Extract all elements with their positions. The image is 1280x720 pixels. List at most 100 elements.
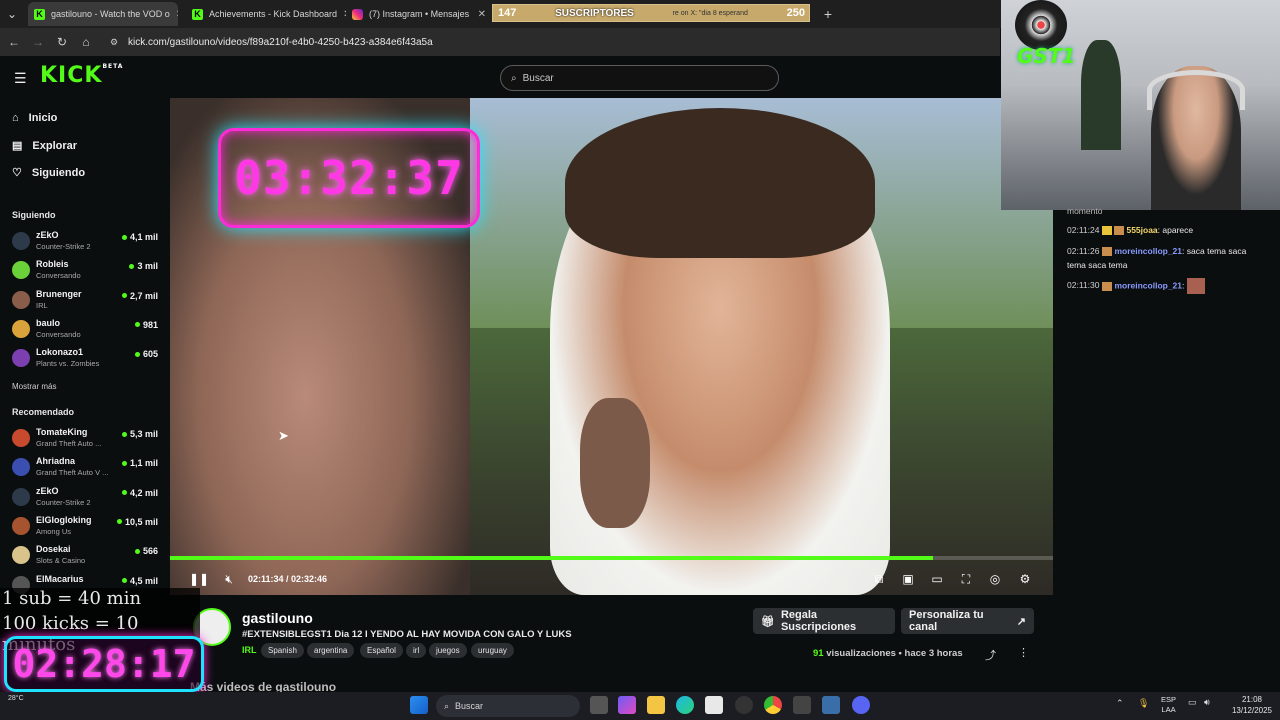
viewer-count: 1,1 mil bbox=[121, 458, 158, 468]
nav-label: Explorar bbox=[32, 139, 78, 152]
chat-message: 02:11:30 moreincollop_21: bbox=[1067, 278, 1267, 294]
tag-spanish[interactable]: Spanish bbox=[261, 643, 304, 658]
pause-icon[interactable]: ❚❚ bbox=[189, 570, 209, 588]
chat-user[interactable]: moreincollop_21 bbox=[1114, 246, 1182, 256]
search-icon: ⌕ bbox=[511, 72, 517, 84]
channel-avatar bbox=[12, 319, 30, 338]
fullscreen-icon[interactable]: ⛶ bbox=[957, 570, 975, 588]
nav-explorar[interactable]: ▤ Explorar bbox=[12, 139, 78, 153]
theater-mode-icon[interactable]: ▭ bbox=[928, 570, 946, 588]
tag-juegos[interactable]: juegos bbox=[429, 643, 467, 658]
forward-icon[interactable]: → bbox=[28, 32, 48, 52]
stream-category[interactable]: IRL bbox=[242, 645, 257, 655]
sub-goal-current: 147 bbox=[498, 7, 517, 19]
show-more-link[interactable]: Mostrar más bbox=[12, 382, 56, 391]
network-icon[interactable]: ▭ bbox=[1188, 697, 1197, 708]
menu-icon[interactable]: ☰ bbox=[14, 70, 27, 87]
video-timer-overlay: 03:32:37 bbox=[218, 128, 480, 228]
tab-gastilouno[interactable]: K gastilouno - Watch the VOD o ✕ bbox=[28, 2, 178, 26]
channel-name[interactable]: gastilouno bbox=[242, 610, 313, 626]
tag-irl[interactable]: irl bbox=[406, 643, 427, 658]
home-icon[interactable]: ⌂ bbox=[76, 32, 96, 52]
task-view-icon[interactable] bbox=[590, 696, 608, 714]
stream-title: #EXTENSIBLEGST1 Dia 12 I YENDO AL HAY MO… bbox=[242, 629, 572, 640]
more-options-icon[interactable]: ⋮ bbox=[1018, 646, 1029, 659]
channel-item[interactable]: Brunenger IRL 2,7 mil bbox=[12, 287, 162, 315]
discord-icon[interactable] bbox=[852, 696, 870, 714]
sub-goal-target: 250 bbox=[786, 7, 805, 19]
channel-item[interactable]: baulo Conversando 981 bbox=[12, 316, 162, 344]
settings-icon[interactable]: ⚙ bbox=[1016, 570, 1034, 588]
gift-subs-button[interactable]: 🎁︎ Regala Suscripciones bbox=[753, 608, 895, 634]
edge-icon[interactable] bbox=[676, 696, 694, 714]
reload-icon[interactable]: ↻ bbox=[52, 32, 72, 52]
back-icon[interactable]: ← bbox=[4, 32, 24, 52]
site-info-icon[interactable]: ⚙ bbox=[104, 32, 124, 52]
nav-inicio[interactable]: ⌂ Inicio bbox=[12, 112, 57, 124]
chrome-icon[interactable] bbox=[764, 696, 782, 714]
miniplayer-icon[interactable]: ⧉ bbox=[870, 570, 888, 588]
language-indicator[interactable]: ESP LAA bbox=[1161, 695, 1176, 715]
taskbar-search[interactable]: ⌕ Buscar bbox=[436, 695, 580, 717]
video-player[interactable]: 03:32:37 ➤ ❚❚ 🔇︎ 02:11:34 / 02:32:46 ⧉ ▣… bbox=[170, 98, 1053, 595]
microphone-icon[interactable]: 🎙︎ bbox=[1138, 698, 1149, 709]
close-icon[interactable]: ✕ bbox=[176, 9, 178, 20]
tab-achievements[interactable]: K Achievements - Kick Dashboard ✕ bbox=[186, 2, 346, 26]
kick-logo[interactable]: KICKBETA bbox=[40, 63, 123, 88]
search-input[interactable]: ⌕ Buscar bbox=[500, 65, 779, 91]
channel-name: Dosekai bbox=[36, 544, 71, 555]
tab-search-icon[interactable]: ⌄ bbox=[2, 4, 22, 24]
windows-start-icon[interactable] bbox=[410, 696, 428, 714]
viewer-count-value: 10,5 mil bbox=[124, 516, 158, 527]
viewer-count-value: 605 bbox=[142, 349, 158, 360]
channel-item[interactable]: Lokonazo1 Plants vs. Zombies 605 bbox=[12, 345, 162, 373]
rule-1: 1 sub = 40 min bbox=[2, 588, 142, 609]
channel-item[interactable]: zEkO Counter-Strike 2 4,1 mil bbox=[12, 228, 162, 256]
new-tab-button[interactable]: + bbox=[818, 4, 838, 24]
channel-category: IRL bbox=[36, 300, 48, 310]
app-icon[interactable] bbox=[735, 696, 753, 714]
chat-user[interactable]: 555joaa bbox=[1126, 225, 1157, 235]
progress-bar[interactable] bbox=[170, 556, 1053, 560]
chat-text: aparece bbox=[1162, 225, 1194, 235]
clip-icon[interactable]: ▣ bbox=[899, 570, 917, 588]
nav-siguiendo[interactable]: ♡ Siguiendo bbox=[12, 166, 85, 180]
file-explorer-icon[interactable] bbox=[647, 696, 665, 714]
tag-argentina[interactable]: argentina bbox=[307, 643, 355, 658]
store-icon[interactable] bbox=[705, 696, 723, 714]
channel-name: zEkO bbox=[36, 485, 59, 496]
channel-item[interactable]: ElGlogloking Among Us 10,5 mil bbox=[12, 513, 162, 541]
tag-uruguay[interactable]: uruguay bbox=[471, 643, 514, 658]
copilot-icon[interactable] bbox=[618, 696, 636, 714]
customize-channel-button[interactable]: Personaliza tu canal ↗ bbox=[901, 608, 1034, 634]
channel-item[interactable]: zEkO Counter-Strike 2 4,2 mil bbox=[12, 484, 162, 512]
instagram-favicon-icon bbox=[352, 8, 363, 20]
app-icon[interactable] bbox=[822, 696, 840, 714]
channel-name: ElGlogloking bbox=[36, 514, 92, 525]
viewer-count: 5,3 mil bbox=[121, 429, 158, 439]
clock[interactable]: 21:08 13/12/2025 bbox=[1232, 694, 1272, 716]
video-timer-text: 03:32:37 bbox=[234, 151, 464, 205]
mute-icon[interactable]: 🔇︎ bbox=[220, 570, 238, 588]
playback-speed-icon[interactable]: ◎ bbox=[986, 570, 1004, 588]
chat-panel: momento 02:11:24 555joaa: aparece 02:11:2… bbox=[1053, 206, 1280, 692]
volume-icon[interactable]: 🔊︎ bbox=[1204, 697, 1210, 708]
share-icon[interactable]: ⤴ bbox=[985, 647, 996, 663]
cam-timer-text: 02:28:17 bbox=[12, 642, 196, 686]
channel-item[interactable]: Ahriadna Grand Theft Auto V ... 1,1 mil bbox=[12, 454, 162, 482]
channel-item[interactable]: Robleis Conversando 3 mil bbox=[12, 257, 162, 285]
tab-instagram[interactable]: (7) Instagram • Mensajes ✕ bbox=[346, 2, 492, 26]
channel-item[interactable]: Dosekai Slots & Casino 566 bbox=[12, 542, 162, 570]
channel-avatar bbox=[12, 546, 30, 565]
obs-icon[interactable] bbox=[793, 696, 811, 714]
weather-widget[interactable]: 28°C bbox=[8, 695, 24, 702]
close-icon[interactable]: ✕ bbox=[478, 9, 486, 20]
viewer-count: 566 bbox=[134, 546, 158, 556]
live-dot-icon bbox=[116, 519, 122, 525]
url-field[interactable]: kick.com/gastilouno/videos/f89a210f-e4b0… bbox=[128, 32, 433, 52]
channel-item[interactable]: TomateKing Grand Theft Auto ... 5,3 mil bbox=[12, 425, 162, 453]
tray-chevron-icon[interactable]: ⌃ bbox=[1116, 698, 1124, 709]
chat-user[interactable]: moreincollop_21 bbox=[1114, 280, 1182, 290]
tag-espanol[interactable]: Español bbox=[360, 643, 403, 658]
live-dot-icon bbox=[121, 460, 127, 466]
